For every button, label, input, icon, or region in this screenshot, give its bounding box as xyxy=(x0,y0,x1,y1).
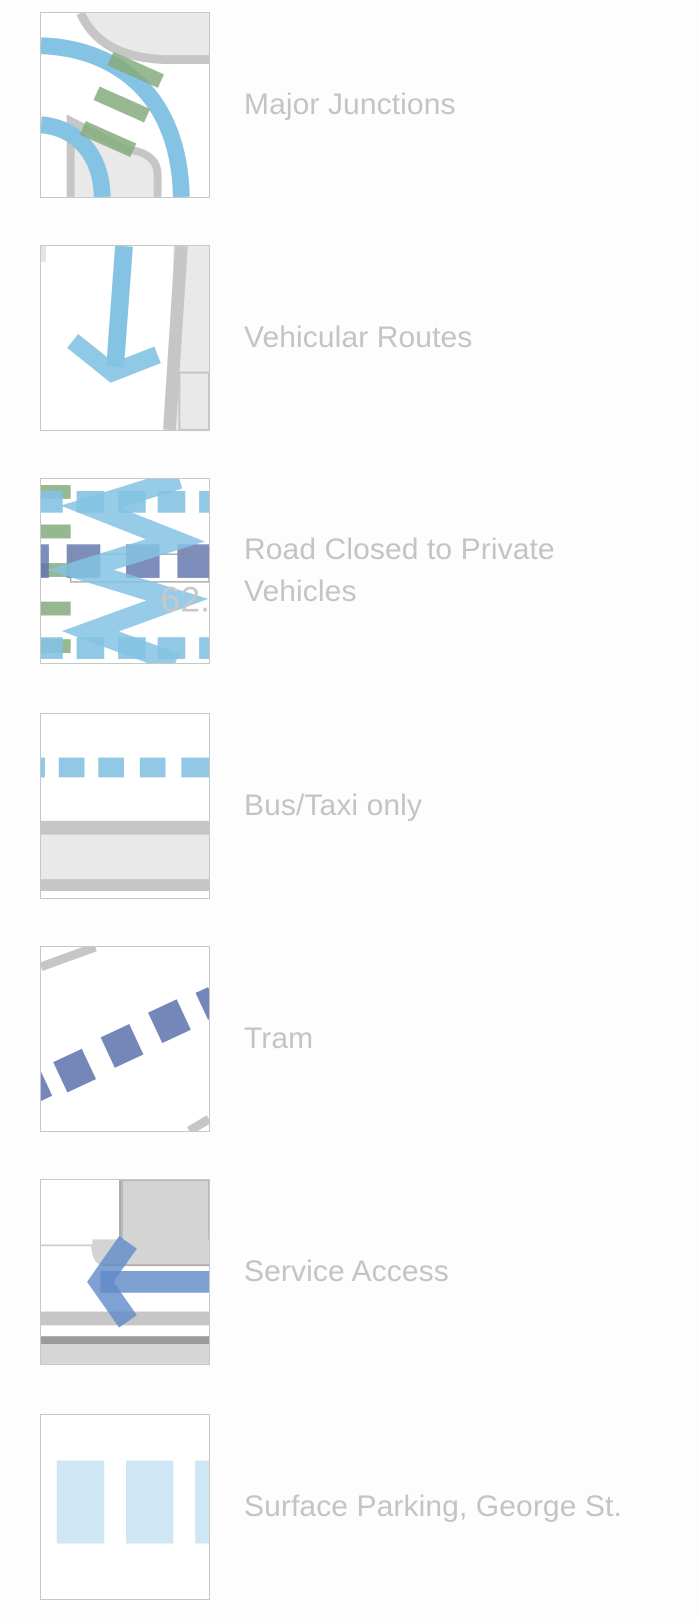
legend-label-road-closed: Road Closed to Private Vehicles xyxy=(244,533,555,608)
legend-label-surface-parking: Surface Parking, George St. xyxy=(244,1490,622,1523)
road-closed-swatch-text: 62. xyxy=(161,580,209,620)
legend-item-major-junctions: Major Junctions xyxy=(0,12,699,198)
surface-parking-icon xyxy=(40,1414,210,1600)
legend-label-tram: Tram xyxy=(244,1022,314,1055)
legend-item-service-access: Service Access xyxy=(0,1179,699,1365)
service-access-icon xyxy=(40,1179,210,1365)
major-junctions-icon xyxy=(40,12,210,198)
tram-icon xyxy=(40,946,210,1132)
vehicular-routes-icon xyxy=(40,245,210,431)
bus-taxi-icon xyxy=(40,713,210,899)
legend-label-service-access: Service Access xyxy=(244,1255,449,1288)
road-closed-icon: 62. xyxy=(40,478,210,664)
legend-label-bus-taxi: Bus/Taxi only xyxy=(244,789,423,822)
legend-label-major-junctions: Major Junctions xyxy=(244,88,456,121)
legend-item-road-closed: 62. Road Closed to Private Vehicles xyxy=(0,478,699,664)
legend-item-vehicular-routes: Vehicular Routes xyxy=(0,245,699,431)
legend-item-surface-parking: Surface Parking, George St. xyxy=(0,1414,699,1600)
legend-item-tram: Tram xyxy=(0,946,699,1132)
legend-label-vehicular-routes: Vehicular Routes xyxy=(244,321,473,354)
legend-item-bus-taxi: Bus/Taxi only xyxy=(0,713,699,899)
